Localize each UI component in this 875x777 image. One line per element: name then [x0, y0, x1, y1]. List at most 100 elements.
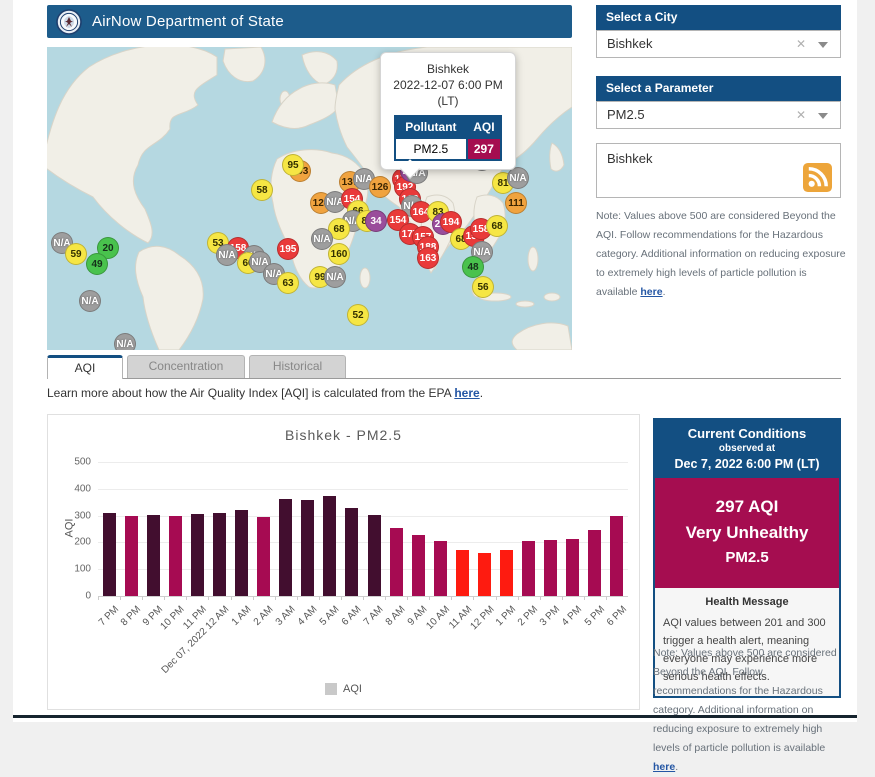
aqi-map-marker[interactable]: N/A: [216, 244, 238, 266]
chart-bar[interactable]: [610, 516, 623, 596]
x-tick-mark: [562, 596, 563, 600]
chart-bar[interactable]: [456, 550, 469, 596]
chart-bar[interactable]: [103, 513, 116, 596]
x-tick-label: 5 PM: [582, 604, 606, 628]
chart-bar[interactable]: [368, 515, 381, 596]
tooltip-city: Bishkek: [387, 61, 509, 77]
rss-icon[interactable]: [803, 163, 832, 192]
tab-historical[interactable]: Historical: [249, 355, 346, 378]
epa-link[interactable]: here: [454, 386, 479, 400]
tooltip-datetime: 2022-12-07 6:00 PM: [387, 77, 509, 93]
chevron-down-icon[interactable]: [818, 42, 828, 48]
aqi-map-marker[interactable]: 126: [369, 176, 391, 198]
aqi-chart-panel: Bishkek - PM2.5 AQI 01002003004005007 PM…: [47, 414, 640, 710]
x-tick-label: 1 PM: [494, 604, 518, 628]
aqi-map-marker[interactable]: N/A: [79, 290, 101, 312]
chart-bar[interactable]: [147, 515, 160, 596]
chart-bar[interactable]: [257, 517, 270, 596]
legend-swatch: [325, 683, 337, 695]
aqi-map-marker[interactable]: 111: [505, 192, 527, 214]
aqi-map-marker[interactable]: N/A: [324, 266, 346, 288]
chart-bar[interactable]: [191, 514, 204, 596]
chart-bar[interactable]: [478, 553, 491, 596]
clear-parameter-icon[interactable]: ✕: [796, 102, 806, 128]
x-tick-mark: [385, 596, 386, 600]
chart-bar[interactable]: [301, 500, 314, 596]
tooltip-pollutant-value: PM2.5: [395, 138, 467, 160]
x-tick-mark: [142, 596, 143, 600]
current-conditions-header: Current Conditions observed at Dec 7, 20…: [655, 420, 839, 478]
aqi-map-marker[interactable]: 56: [472, 276, 494, 298]
chart-bar[interactable]: [125, 516, 138, 596]
x-tick-label: 6 AM: [340, 604, 364, 628]
chevron-down-icon[interactable]: [818, 113, 828, 119]
clear-city-icon[interactable]: ✕: [796, 31, 806, 57]
aqi-map-marker[interactable]: 48: [462, 256, 484, 278]
aqi-map-marker[interactable]: 163: [417, 247, 439, 269]
current-aqi-category: Very Unhealthy: [659, 520, 835, 546]
x-tick-mark: [363, 596, 364, 600]
chart-bar[interactable]: [345, 508, 358, 596]
chart-bar[interactable]: [235, 510, 248, 596]
city-select[interactable]: Bishkek ✕: [596, 30, 841, 58]
x-tick-label: 3 AM: [274, 604, 298, 628]
x-tick-mark: [319, 596, 320, 600]
x-tick-label: 1 AM: [229, 604, 253, 628]
gridline: [98, 489, 628, 490]
chart-bar[interactable]: [566, 539, 579, 596]
chart-bar[interactable]: [390, 528, 403, 596]
chart-bar[interactable]: [323, 496, 336, 596]
current-aqi-block: 297 AQI Very Unhealthy PM2.5: [655, 478, 839, 588]
sidebar-note-link[interactable]: here: [640, 286, 662, 298]
chart-bar[interactable]: [588, 530, 601, 596]
aqi-map-marker[interactable]: 95: [282, 154, 304, 176]
tab-bar: AQI Concentration Historical: [47, 355, 350, 379]
tab-concentration[interactable]: Concentration: [127, 355, 245, 378]
x-tick-label: 5 AM: [318, 604, 342, 628]
learn-more-text: Learn more about how the Air Quality Ind…: [47, 386, 483, 400]
current-note-suffix: .: [675, 761, 678, 773]
city-select-value: Bishkek: [607, 36, 653, 51]
chart-bar[interactable]: [169, 516, 182, 596]
chart-bar[interactable]: [544, 540, 557, 596]
x-tick-mark: [120, 596, 121, 600]
chart-bar[interactable]: [213, 513, 226, 596]
aqi-map-marker[interactable]: N/A: [507, 167, 529, 189]
aqi-map-marker[interactable]: 59: [65, 243, 87, 265]
aqi-map-marker[interactable]: 63: [277, 272, 299, 294]
current-conditions-note: Note: Values above 500 are considered Be…: [653, 644, 845, 777]
aqi-map-marker[interactable]: 52: [347, 304, 369, 326]
parameter-select[interactable]: PM2.5 ✕: [596, 101, 841, 129]
aqi-map-marker[interactable]: 49: [86, 253, 108, 275]
x-tick-mark: [451, 596, 452, 600]
chart-bar[interactable]: [279, 499, 292, 596]
tooltip-aqi-value: 297: [467, 138, 501, 160]
x-tick-mark: [253, 596, 254, 600]
y-tick-label: 100: [74, 564, 91, 575]
select-city-header: Select a City: [596, 5, 841, 30]
chart-bar[interactable]: [522, 541, 535, 596]
chart-bar[interactable]: [500, 550, 513, 596]
x-tick-mark: [584, 596, 585, 600]
y-tick-label: 0: [85, 591, 91, 602]
aqi-map-marker[interactable]: 68: [486, 215, 508, 237]
sidebar-note: Note: Values above 500 are considered Be…: [596, 207, 848, 302]
x-tick-mark: [98, 596, 99, 600]
tab-aqi[interactable]: AQI: [47, 355, 123, 379]
aqi-map-marker[interactable]: 160: [328, 243, 350, 265]
aqi-map-marker[interactable]: 195: [277, 238, 299, 260]
map-tooltip: Bishkek 2022-12-07 6:00 PM (LT) Pollutan…: [380, 52, 516, 170]
x-tick-mark: [275, 596, 276, 600]
aqi-map-marker[interactable]: 58: [251, 179, 273, 201]
y-tick-label: 400: [74, 483, 91, 494]
current-note-link[interactable]: here: [653, 761, 675, 773]
app-title: AirNow Department of State: [92, 13, 284, 30]
chart-bar[interactable]: [434, 541, 447, 596]
current-aqi-value: 297 AQI: [659, 494, 835, 520]
world-map[interactable]: N/A592049N/AN/A103955853158N/AN/A66N/A19…: [47, 47, 572, 350]
chart-bar[interactable]: [412, 535, 425, 596]
select-parameter-header: Select a Parameter: [596, 76, 841, 101]
aqi-map-marker[interactable]: 34: [365, 210, 387, 232]
aqi-map-marker[interactable]: N/A: [114, 333, 136, 350]
x-tick-mark: [297, 596, 298, 600]
